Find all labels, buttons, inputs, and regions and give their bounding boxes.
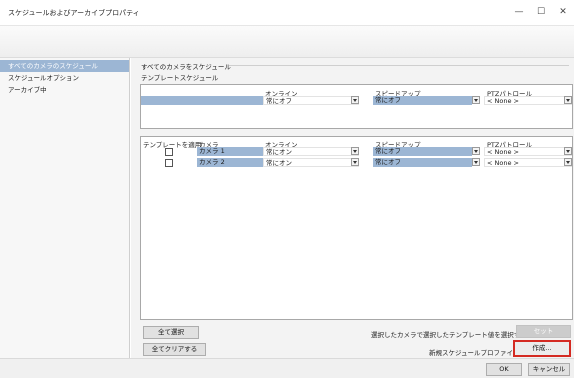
sidebar-item-schedule-options[interactable]: スケジュールオプション [0,72,129,84]
section-divider [229,65,569,66]
template-group-label: テンプレートスケジュール [141,74,219,82]
close-button[interactable]: ✕ [552,4,574,20]
header-banner [0,26,574,58]
new-profile-label: 新規スケジュールプロファイル: [429,349,522,357]
chevron-down-icon[interactable] [564,158,572,166]
window-title: スケジュールおよびアーカイブプロパティ [8,9,140,17]
chevron-down-icon[interactable] [564,96,572,104]
camera-ptz-select-1[interactable]: < None > [484,147,572,156]
chevron-down-icon[interactable] [472,147,480,155]
main-panel: すべてのカメラをスケジュール テンプレートスケジュール オンライン スピードアッ… [131,58,574,358]
section-title: すべてのカメラをスケジュール [141,63,231,71]
dialog-footer: OK キャンセル [0,358,574,378]
cancel-button[interactable]: キャンセル [528,363,570,376]
sidebar: すべてのカメラのスケジュール スケジュールオプション アーカイブ中 [0,58,130,358]
template-row-empty-1 [141,96,197,105]
camera-online-select-1[interactable]: 常にオン [263,147,359,156]
select-all-button[interactable]: 全て選択 [143,326,199,339]
maximize-button[interactable]: ☐ [530,4,552,20]
apply-template-checkbox-1[interactable] [165,148,173,156]
camera-ptz-select-2[interactable]: < None > [484,158,572,167]
create-button[interactable]: 作成... [513,340,571,357]
clear-all-button[interactable]: 全てクリアする [143,343,206,356]
ok-button[interactable]: OK [486,363,522,376]
template-row-empty-2 [197,96,263,105]
template-ptz-select[interactable]: < None > [484,96,572,105]
chevron-down-icon[interactable] [564,147,572,155]
camera-name-1[interactable]: カメラ 1 [197,147,263,156]
template-table: オンライン スピードアップ PTZパトロール 常にオフ 常にオフ < None … [140,84,573,129]
camera-speedup-select-1[interactable]: 常にオフ [373,147,472,156]
set-button[interactable]: セット [516,325,571,338]
chevron-down-icon[interactable] [472,96,480,104]
chevron-down-icon[interactable] [472,158,480,166]
chevron-down-icon[interactable] [351,96,359,104]
camera-name-2[interactable]: カメラ 2 [197,158,263,167]
chevron-down-icon[interactable] [351,147,359,155]
camera-table: テンプレートを適用 カメラ オンライン スピードアップ PTZパトロール カメラ… [140,136,573,320]
template-speedup-select[interactable]: 常にオフ [373,96,472,105]
apply-template-checkbox-2[interactable] [165,159,173,167]
minimize-button[interactable]: — [508,4,530,20]
chevron-down-icon[interactable] [351,158,359,166]
sidebar-item-archiving[interactable]: アーカイブ中 [0,84,129,96]
apply-template-label: 選択したカメラで選択したテンプレート値を選択する: [371,331,529,339]
title-bar: スケジュールおよびアーカイブプロパティ — ☐ ✕ [0,0,574,26]
camera-online-select-2[interactable]: 常にオン [263,158,359,167]
template-online-select[interactable]: 常にオフ [263,96,359,105]
camera-speedup-select-2[interactable]: 常にオフ [373,158,472,167]
sidebar-item-all-camera-schedule[interactable]: すべてのカメラのスケジュール [0,60,129,72]
